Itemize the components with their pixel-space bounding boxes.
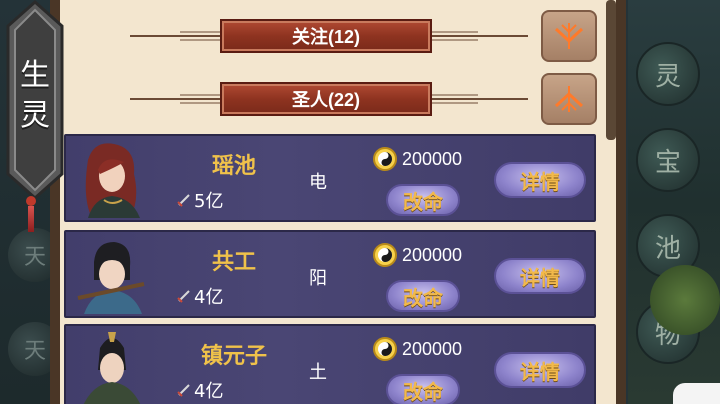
side-tab-label-line2: 灵 [20, 98, 50, 133]
section-header-following[interactable]: 关注(12) [220, 19, 432, 53]
character-price: 200000 [372, 242, 462, 268]
change-fate-label: 改命 [403, 189, 443, 214]
overlay-corner [673, 383, 720, 404]
banner-ornament-left [130, 31, 222, 41]
character-power: 5亿 [176, 188, 223, 212]
character-power-value: 4亿 [194, 381, 224, 402]
background-glyph: 灵 [636, 42, 700, 106]
character-power-value: 5亿 [194, 191, 224, 212]
change-fate-button[interactable]: 改命 [386, 280, 460, 312]
banner-ornament-right [432, 31, 528, 41]
section-header-saints[interactable]: 圣人(22) [220, 82, 432, 116]
section-header-label: 关注(12) [291, 27, 360, 47]
change-fate-button[interactable]: 改命 [386, 184, 460, 216]
details-button[interactable]: 详情 [494, 162, 586, 198]
character-name: 共工 [211, 249, 256, 275]
collapse-button[interactable] [541, 10, 597, 62]
character-row[interactable]: 镇元子 4亿 土 200000 改命 详情 [64, 324, 596, 404]
character-price-value: 200000 [402, 244, 463, 265]
character-row[interactable]: 瑶池 5亿 电 200000 改命 详情 [64, 134, 596, 222]
character-power-value: 4亿 [194, 287, 224, 308]
tassel-ornament [26, 196, 36, 234]
background-glyph: 宝 [636, 128, 700, 192]
chevron-down-icon [554, 23, 584, 49]
character-price-value: 200000 [402, 338, 463, 359]
character-portrait [83, 332, 141, 404]
character-price: 200000 [372, 336, 462, 362]
change-fate-button[interactable]: 改命 [386, 374, 460, 404]
character-name: 瑶池 [211, 153, 256, 179]
change-fate-label: 改命 [403, 285, 443, 310]
character-element: 土 [309, 362, 327, 383]
background-right: 灵 宝 池 物 [628, 0, 720, 404]
coin-icon [373, 337, 397, 361]
sword-icon [177, 384, 190, 397]
banner-ornament-left [130, 94, 222, 104]
side-tab-sheng-ling[interactable]: 生 灵 [4, 0, 64, 200]
character-name: 镇元子 [200, 343, 267, 369]
coin-icon [373, 243, 397, 267]
details-label: 详情 [520, 169, 560, 194]
details-label: 详情 [520, 359, 560, 384]
background-decoration [650, 265, 720, 335]
details-label: 详情 [520, 265, 560, 290]
sword-icon [177, 290, 190, 303]
side-tab-label-line1: 生 [20, 58, 50, 93]
coin-icon [373, 147, 397, 171]
change-fate-label: 改命 [403, 379, 443, 404]
details-button[interactable]: 详情 [494, 352, 586, 388]
scrollbar-thumb[interactable] [606, 0, 616, 140]
banner-ornament-right [432, 94, 528, 104]
character-portrait [77, 242, 145, 314]
character-power: 4亿 [176, 378, 223, 402]
character-element: 电 [309, 172, 327, 193]
details-button[interactable]: 详情 [494, 258, 586, 294]
character-price: 200000 [372, 146, 462, 172]
character-price-value: 200000 [402, 148, 463, 169]
character-row[interactable]: 共工 4亿 阳 200000 改命 详情 [64, 230, 596, 318]
chevron-up-icon [554, 86, 584, 112]
side-tab-label: 生 灵 [4, 56, 66, 136]
character-portrait [85, 143, 140, 218]
expand-button[interactable] [541, 73, 597, 125]
character-power: 4亿 [176, 284, 223, 308]
character-element: 阳 [309, 268, 327, 289]
section-header-label: 圣人(22) [291, 90, 360, 110]
sword-icon [177, 194, 190, 207]
